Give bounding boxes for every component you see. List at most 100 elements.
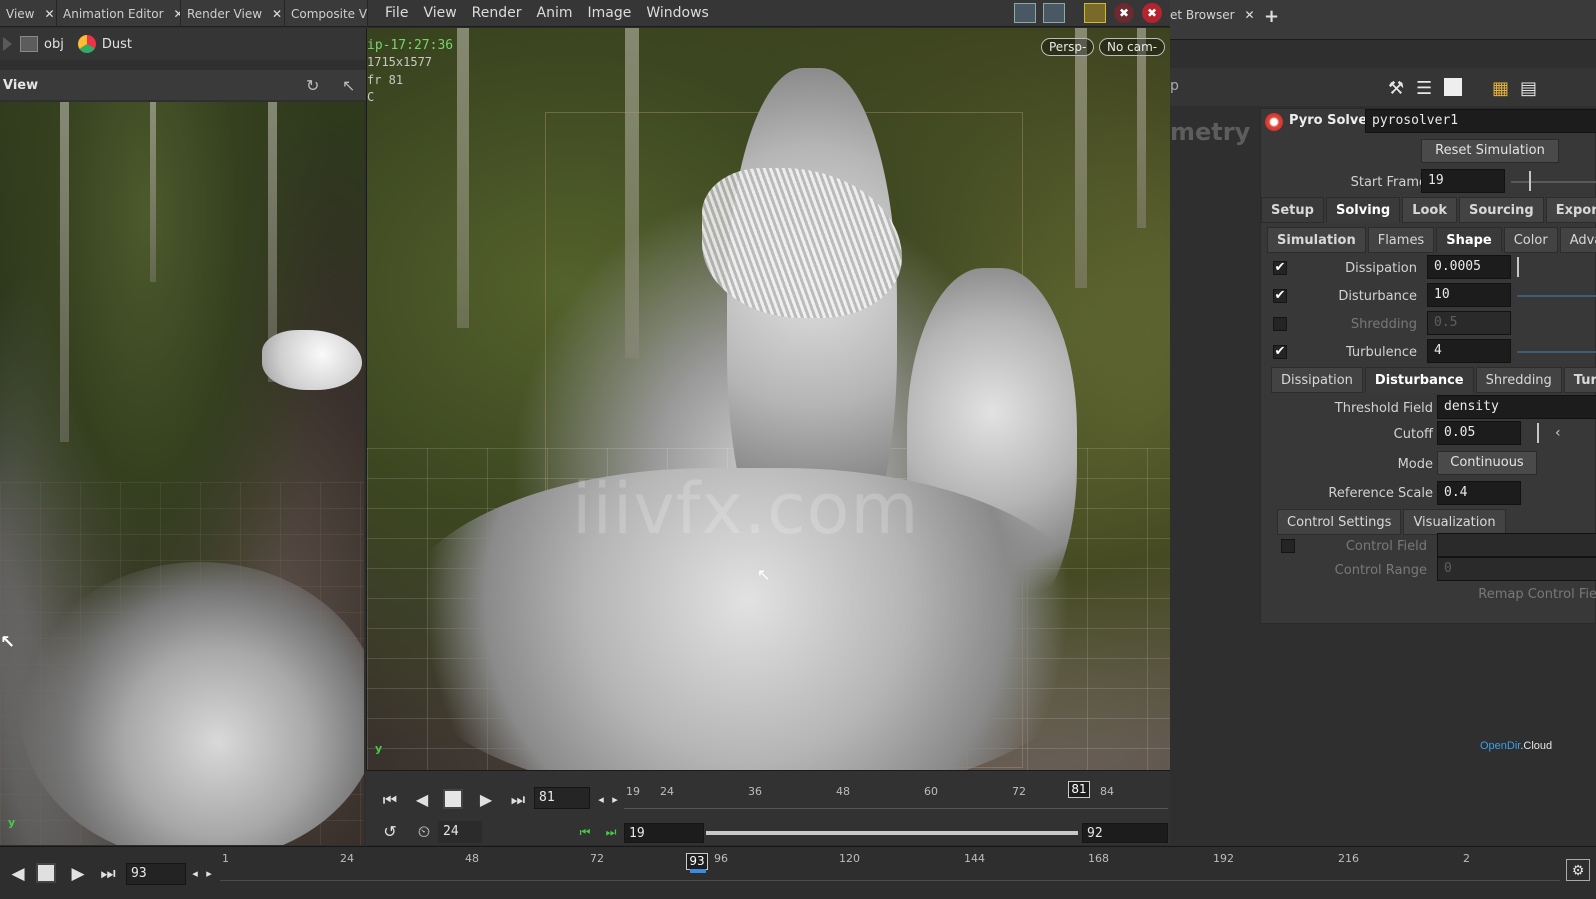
- current-frame-field[interactable]: 81: [534, 787, 590, 809]
- slider-knob[interactable]: [1517, 257, 1519, 277]
- play-reverse-icon[interactable]: ◀: [410, 789, 434, 811]
- tab-advanced[interactable]: Advanc: [1559, 227, 1596, 253]
- tab-animation-editor[interactable]: Animation Editor ✕: [57, 0, 181, 27]
- disturbance-field[interactable]: 10: [1427, 283, 1511, 307]
- blank-pane-icon[interactable]: [1444, 78, 1462, 96]
- tab-render-view[interactable]: Render View ✕: [181, 0, 285, 27]
- stop-icon[interactable]: [36, 863, 56, 883]
- snapshot-icon[interactable]: [1084, 3, 1106, 23]
- current-frame-marker[interactable]: 81: [1068, 781, 1090, 798]
- turbulence-field[interactable]: 4: [1427, 339, 1511, 363]
- grid-view-icon[interactable]: ▦: [1492, 78, 1514, 99]
- menu-file[interactable]: File: [379, 5, 414, 21]
- tab-dissipation[interactable]: Dissipation: [1271, 367, 1363, 393]
- control-range-field[interactable]: 0: [1437, 557, 1596, 581]
- tab-asset-browser[interactable]: et Browser ✕: [1170, 8, 1255, 22]
- step-forward-icon[interactable]: ▸: [202, 863, 216, 885]
- left-viewport[interactable]: y ↖: [0, 102, 364, 845]
- chevron-left-icon[interactable]: ‹: [1555, 425, 1561, 441]
- tab-color[interactable]: Color: [1503, 227, 1558, 253]
- close-icon[interactable]: ✕: [44, 7, 54, 21]
- menu-windows[interactable]: Windows: [640, 5, 715, 21]
- tab-look[interactable]: Look: [1402, 197, 1458, 223]
- node-name-field[interactable]: pyrosolver1: [1365, 109, 1596, 133]
- tab-sourcing[interactable]: Sourcing: [1459, 197, 1544, 223]
- dissipation-toggle[interactable]: [1273, 261, 1287, 275]
- tab-turbulence[interactable]: Turbu: [1563, 367, 1596, 393]
- close-icon[interactable]: ✕: [1245, 8, 1255, 22]
- reference-scale-field[interactable]: 0.4: [1437, 481, 1521, 505]
- region-icon[interactable]: [1014, 3, 1036, 23]
- tab-flames[interactable]: Flames: [1367, 227, 1435, 253]
- current-frame-marker[interactable]: 93: [686, 853, 708, 870]
- turbulence-toggle[interactable]: [1273, 345, 1287, 359]
- play-icon[interactable]: ▶: [66, 863, 90, 885]
- global-frame-field[interactable]: 93: [126, 863, 186, 885]
- edit-region-icon[interactable]: [1043, 3, 1065, 23]
- remap-control-field-button[interactable]: Remap Control Fie: [1421, 587, 1596, 602]
- shredding-field[interactable]: 0.5: [1427, 311, 1511, 335]
- range-start-icon[interactable]: ⏮: [573, 821, 597, 843]
- tab-setup[interactable]: Setup: [1261, 197, 1324, 223]
- select-tool-icon[interactable]: ↖: [342, 76, 364, 95]
- menu-view[interactable]: View: [417, 5, 462, 21]
- close-render-icon[interactable]: ✖: [1142, 3, 1162, 23]
- timeline-ruler[interactable]: 1 24 48 72 96 120 144 168 192 216 2 93: [220, 851, 1560, 881]
- jump-start-icon[interactable]: ⏮: [378, 789, 402, 811]
- step-forward-icon[interactable]: ▸: [608, 789, 622, 811]
- slider-knob[interactable]: [1537, 423, 1539, 443]
- disturbance-toggle[interactable]: [1273, 289, 1287, 303]
- jump-end-icon[interactable]: ⏭: [96, 863, 120, 885]
- tab-disturbance[interactable]: Disturbance: [1364, 367, 1474, 393]
- slider-knob[interactable]: [1529, 171, 1531, 191]
- tab-control-settings[interactable]: Control Settings: [1277, 509, 1402, 535]
- timeline-settings-icon[interactable]: ⚙: [1566, 859, 1590, 881]
- disturbance-slider[interactable]: [1517, 295, 1596, 297]
- tab-solving[interactable]: Solving: [1325, 197, 1401, 223]
- range-start-field[interactable]: 19: [624, 823, 704, 843]
- tab-view[interactable]: View ✕: [0, 0, 57, 27]
- tab-simulation[interactable]: Simulation: [1267, 227, 1366, 253]
- add-tab-icon[interactable]: +: [1264, 6, 1279, 27]
- fps-field[interactable]: 24: [438, 821, 482, 843]
- start-frame-field[interactable]: 19: [1421, 169, 1505, 193]
- control-field-toggle[interactable]: [1281, 539, 1295, 553]
- turbulence-slider[interactable]: [1517, 351, 1596, 353]
- jump-end-icon[interactable]: ⏭: [506, 789, 530, 811]
- realtime-clock-icon[interactable]: ⏲: [412, 821, 436, 843]
- step-back-icon[interactable]: ◂: [188, 863, 202, 885]
- reset-simulation-button[interactable]: Reset Simulation: [1421, 139, 1559, 163]
- rotate-tool-icon[interactable]: ↻: [306, 76, 328, 95]
- menu-render[interactable]: Render: [466, 5, 528, 21]
- close-icon[interactable]: ✕: [174, 7, 180, 21]
- start-frame-slider[interactable]: [1511, 181, 1596, 183]
- list-view-icon[interactable]: ▤: [1520, 78, 1542, 99]
- tab-export[interactable]: Export: [1545, 197, 1596, 223]
- menu-anim[interactable]: Anim: [531, 5, 579, 21]
- tab-composite-view[interactable]: Composite Vi: [285, 0, 368, 27]
- menu-image[interactable]: Image: [582, 5, 638, 21]
- back-arrow-icon[interactable]: [3, 37, 12, 51]
- play-reverse-icon[interactable]: ◀: [6, 863, 30, 885]
- cutoff-field[interactable]: 0.05: [1437, 421, 1521, 445]
- range-end-icon[interactable]: ⏭: [599, 821, 623, 843]
- tree-view-icon[interactable]: ☰: [1416, 78, 1438, 99]
- tab-shape[interactable]: Shape: [1436, 227, 1502, 253]
- path-node[interactable]: Dust: [77, 35, 132, 53]
- tools-icon[interactable]: ⚒: [1388, 78, 1410, 99]
- mode-dropdown[interactable]: Continuous: [1437, 451, 1537, 475]
- path-obj[interactable]: obj: [20, 36, 64, 52]
- play-icon[interactable]: ▶: [474, 789, 498, 811]
- close-icon[interactable]: ✕: [272, 7, 282, 21]
- loop-icon[interactable]: ↺: [378, 821, 402, 843]
- render-viewport[interactable]: iiivfx.com ip-17:27:36 1715x1577 fr 81 C…: [366, 28, 1170, 770]
- stop-icon[interactable]: [443, 789, 463, 809]
- step-back-icon[interactable]: ◂: [594, 789, 608, 811]
- stop-render-icon[interactable]: ✖: [1114, 3, 1134, 23]
- dissipation-field[interactable]: 0.0005: [1427, 255, 1511, 279]
- mini-timeline[interactable]: 19 24 36 48 60 72 84 81: [624, 781, 1168, 809]
- range-end-field[interactable]: 92: [1082, 823, 1168, 843]
- control-field-input[interactable]: [1437, 533, 1596, 557]
- perspective-button[interactable]: Persp-: [1041, 38, 1095, 56]
- range-slider[interactable]: [706, 831, 1078, 835]
